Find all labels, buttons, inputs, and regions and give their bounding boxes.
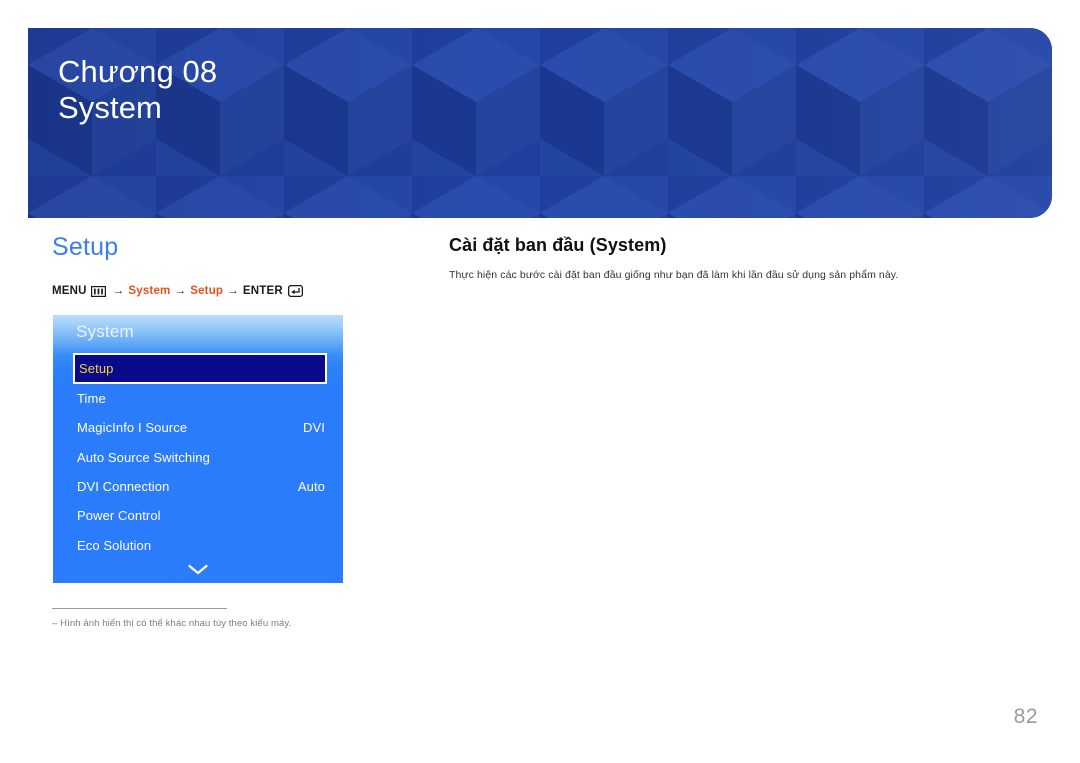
breadcrumb-menu-label: MENU [52,285,87,297]
chapter-banner: Chương 08 System [28,28,1052,218]
osd-item-auto-source-switching[interactable]: Auto Source Switching [53,443,343,472]
footnote: ‒ Hình ảnh hiển thị có thể khác nhau tùy… [52,608,472,629]
osd-item-label: MagicInfo I Source [77,420,188,436]
osd-item-value: Auto [297,479,325,495]
breadcrumb-arrow-2: → [174,285,187,297]
content-heading: Cài đặt ban đầu (System) [449,235,667,255]
osd-item-time[interactable]: Time [53,384,343,413]
breadcrumb-arrow-3: → [227,285,239,297]
chevron-down-icon [188,564,208,575]
osd-item-value: DVI [303,420,325,436]
chapter-title: System [58,89,162,125]
page-number: 82 [1013,705,1038,728]
breadcrumb-arrow-1: → [112,285,125,297]
enter-icon [287,284,303,298]
breadcrumb: MENU → System → Setup → ENTER [52,284,303,298]
menu-icon [90,285,106,297]
osd-item-magicinfo-i-source[interactable]: MagicInfo I Source DVI [53,413,343,442]
banner-text-block: Chương 08 System [58,54,217,126]
osd-menu-list: Setup Time MagicInfo I Source DVI Auto S… [53,353,343,560]
osd-item-dvi-connection[interactable]: DVI Connection Auto [53,472,343,501]
osd-item-power-control[interactable]: Power Control [53,501,343,530]
osd-item-label: Power Control [77,508,161,524]
osd-menu-panel: System Setup Time MagicInfo I Source DVI… [53,315,343,583]
osd-item-label: Auto Source Switching [77,449,210,465]
breadcrumb-step-system: System [128,285,171,297]
footnote-divider [52,608,227,609]
osd-item-setup[interactable]: Setup [73,353,327,384]
osd-item-label: Time [77,391,106,407]
breadcrumb-enter-label: ENTER [242,285,283,297]
content-paragraph: Thực hiện các bước cài đặt ban đầu giống… [449,269,899,281]
page-title: Setup [52,233,119,261]
osd-item-eco-solution[interactable]: Eco Solution [53,530,343,559]
breadcrumb-step-setup: Setup [190,285,224,297]
osd-item-label: Setup [79,361,114,376]
chapter-number: Chương 08 [58,54,218,89]
osd-item-label: Eco Solution [77,537,152,553]
osd-panel-title: System [76,322,134,341]
osd-scroll-down-button[interactable] [53,563,343,576]
osd-item-label: DVI Connection [77,479,170,495]
footnote-text: ‒ Hình ảnh hiển thị có thể khác nhau tùy… [52,618,292,629]
